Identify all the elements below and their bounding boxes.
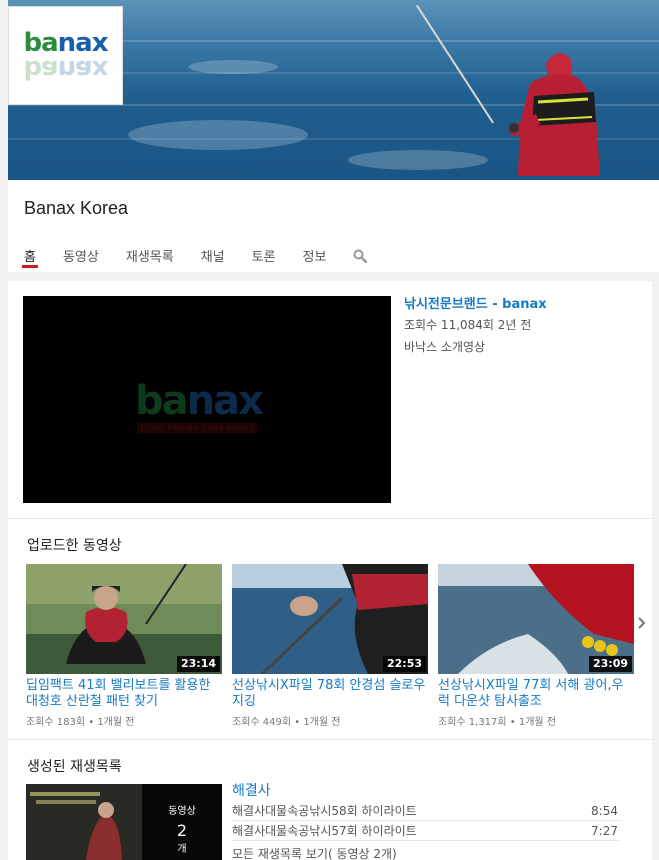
section-divider <box>8 739 652 740</box>
search-icon[interactable] <box>353 248 368 264</box>
tab-home[interactable]: 홈 <box>22 234 38 272</box>
video-thumbnail[interactable]: 23:14 <box>26 564 222 674</box>
video-duration: 23:09 <box>588 656 632 672</box>
video-title[interactable]: 선상낚시X파일 78회 안경섬 슬로우지깅 <box>232 678 428 710</box>
video-thumbnail[interactable]: 22:53 <box>232 564 428 674</box>
playlist-thumbnail[interactable]: 동영상 2 개 <box>26 784 222 860</box>
tab-channels[interactable]: 채널 <box>201 234 225 272</box>
video-title[interactable]: 선상낚시X파일 77회 서해 광어,우럭 다운샷 탐사출조 <box>438 678 634 710</box>
featured-video-info: 낚시전문브랜드 - banax 조회수 11,084회 2년 전 바낙스 소개영… <box>404 296 644 355</box>
tab-about[interactable]: 정보 <box>303 234 327 272</box>
playlist-count: 2 <box>176 821 188 840</box>
featured-video-title[interactable]: 낚시전문브랜드 - banax <box>404 296 644 314</box>
angler-illustration <box>508 53 600 176</box>
playlist-count-overlay: 동영상 2 개 <box>142 784 222 860</box>
uploads-shelf: 23:14 딥임팩트 41회 밸리보트를 활용한 대청호 산란철 패턴 찾기 조… <box>26 564 638 729</box>
playlist-item[interactable]: 해결사대물속공낚시57회 하이라이트 7:27 <box>232 823 620 841</box>
video-meta: 조회수 449회 • 1개월 전 <box>232 717 341 728</box>
playlist-item[interactable]: 해결사대물속공낚시58회 하이라이트 8:54 <box>232 803 620 821</box>
channel-header: banax banax Banax Korea 홈 동영상 재생목록 채널 토론… <box>8 0 659 272</box>
tab-videos[interactable]: 동영상 <box>63 234 99 272</box>
playlist-title[interactable]: 해결사 <box>232 781 620 801</box>
featured-video-meta: 조회수 11,084회 2년 전 <box>404 318 532 332</box>
video-duration: 23:14 <box>176 656 220 672</box>
playlist-item-title: 해결사대물속공낚시58회 하이라이트 <box>232 804 417 818</box>
playlist-count-unit: 개 <box>177 844 187 855</box>
playlist-item-duration: 7:27 <box>591 824 618 838</box>
channel-tabs: 홈 동영상 재생목록 채널 토론 정보 <box>22 234 368 272</box>
logo-reflection: banax <box>23 53 108 84</box>
video-thumbnail[interactable]: 23:09 <box>438 564 634 674</box>
section-divider <box>8 518 652 519</box>
playlist-item-duration: 8:54 <box>591 804 618 818</box>
logo-text-green: ba <box>23 27 59 58</box>
player-logo: banax <box>135 378 264 424</box>
logo-text-blue: nax <box>57 27 109 58</box>
featured-video-description: 바낙스 소개영상 <box>404 340 486 354</box>
channel-home-content: banax TOTAL FISHING ZONE BANAX 낚시전문브랜드 -… <box>8 281 652 860</box>
playlist-info: 해결사 해결사대물속공낚시58회 하이라이트 8:54 해결사대물속공낚시57회… <box>232 781 620 860</box>
playlist-count-label: 동영상 <box>168 806 196 817</box>
channel-logo[interactable]: banax banax <box>8 6 123 105</box>
video-duration: 22:53 <box>382 656 426 672</box>
video-card[interactable]: 23:14 딥임팩트 41회 밸리보트를 활용한 대청호 산란철 패턴 찾기 조… <box>26 564 222 728</box>
playlists-heading[interactable]: 생성된 재생목록 <box>27 756 122 776</box>
video-card[interactable]: 22:53 선상낚시X파일 78회 안경섬 슬로우지깅 조회수 449회 • 1… <box>232 564 428 728</box>
chevron-right-icon[interactable] <box>636 614 648 632</box>
player-tagline: TOTAL FISHING ZONE BANAX <box>137 423 257 433</box>
featured-video-player[interactable]: banax TOTAL FISHING ZONE BANAX <box>23 296 391 503</box>
tab-playlists[interactable]: 재생목록 <box>126 234 174 272</box>
video-meta: 조회수 1,317회 • 1개월 전 <box>438 717 557 728</box>
video-card[interactable]: 23:09 선상낚시X파일 77회 서해 광어,우럭 다운샷 탐사출조 조회수 … <box>438 564 634 728</box>
playlist-item-title: 해결사대물속공낚시57회 하이라이트 <box>232 824 417 838</box>
tab-discussion[interactable]: 토론 <box>252 234 276 272</box>
video-meta: 조회수 183회 • 1개월 전 <box>26 717 135 728</box>
video-title[interactable]: 딥임팩트 41회 밸리보트를 활용한 대청호 산란철 패턴 찾기 <box>26 678 222 710</box>
channel-banner: banax banax <box>8 0 659 180</box>
uploads-heading[interactable]: 업로드한 동영상 <box>27 535 122 555</box>
view-all-playlist-link[interactable]: 모든 재생목록 보기( 동영상 2개) <box>232 845 620 860</box>
channel-title[interactable]: Banax Korea <box>24 198 128 219</box>
